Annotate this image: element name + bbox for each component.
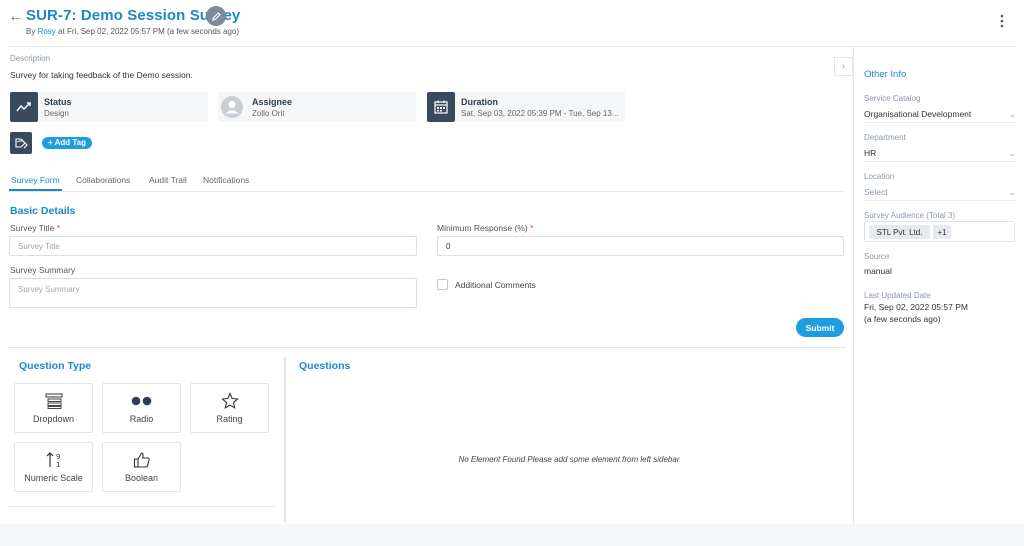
tabs-divider <box>8 191 844 192</box>
tab-audit-trail[interactable]: Audit Trail <box>149 175 187 185</box>
chevron-down-icon: ⌄ <box>1008 109 1016 119</box>
tag-icon <box>10 132 32 154</box>
location-select[interactable]: Select ⌄ <box>864 187 1016 201</box>
svg-text:9: 9 <box>56 453 60 461</box>
question-type-dropdown[interactable]: Dropdown <box>14 383 93 433</box>
question-type-numeric-scale[interactable]: 91 Numeric Scale <box>14 442 93 492</box>
question-type-radio[interactable]: Radio <box>102 383 181 433</box>
submit-button[interactable]: Submit <box>796 318 844 337</box>
duration-card[interactable]: Duration Sat, Sep 03, 2022 05:39 PM - Tu… <box>427 92 625 122</box>
survey-summary-label: Survey Summary <box>10 265 76 275</box>
page-header: ← SUR-7: Demo Session Survey By Rosy at … <box>0 0 1024 46</box>
audience-chip[interactable]: STL Pvt. Ltd. <box>869 225 930 239</box>
survey-audience-label: Survey Audience (Total 3) <box>864 211 956 220</box>
edit-pencil-icon[interactable] <box>206 6 226 26</box>
page-footer-area <box>0 524 1024 546</box>
service-catalog-value: Organisational Development <box>864 109 972 119</box>
more-options-icon[interactable] <box>1000 14 1006 28</box>
additional-comments-checkbox[interactable] <box>437 279 448 290</box>
department-select[interactable]: HR ⌄ <box>864 148 1016 162</box>
questions-title: Questions <box>299 360 351 372</box>
created-timestamp: at Fri, Sep 02, 2022 05:57 PM (a few sec… <box>58 27 240 36</box>
basic-details-title: Basic Details <box>10 205 76 217</box>
description-text: Survey for taking feedback of the Demo s… <box>10 70 193 80</box>
radio-label: Radio <box>129 414 154 424</box>
min-response-label: Minimum Response (%) * <box>437 223 533 233</box>
back-arrow-icon[interactable]: ← <box>8 8 24 26</box>
survey-title-label-text: Survey Title <box>10 223 55 233</box>
boolean-label: Boolean <box>124 473 159 483</box>
rating-label: Rating <box>216 414 243 424</box>
created-by-line: By Rosy at Fri, Sep 02, 2022 05:57 PM (a… <box>26 27 239 36</box>
numeric-scale-label: Numeric Scale <box>24 473 83 483</box>
chevron-down-icon: ⌄ <box>1008 187 1016 197</box>
assignee-value: Zollo Orit <box>252 109 285 118</box>
questions-empty-message: No Element Found Please add some element… <box>458 455 680 464</box>
required-mark: * <box>56 223 61 233</box>
collapse-sidebar-chevron-icon[interactable]: › <box>834 57 853 76</box>
status-value: Design <box>44 109 69 118</box>
department-label: Department <box>864 133 906 142</box>
form-divider <box>8 347 846 348</box>
survey-summary-textarea[interactable]: Survey Summary <box>9 278 417 308</box>
header-divider <box>8 46 1016 47</box>
thumbs-up-icon <box>103 451 180 469</box>
survey-title-input[interactable]: Survey Title <box>9 236 417 256</box>
duration-label: Duration <box>461 97 498 107</box>
by-prefix: By <box>26 27 36 36</box>
assignee-avatar <box>218 92 246 122</box>
dropdown-icon <box>15 392 92 410</box>
status-trend-icon <box>10 92 38 122</box>
service-catalog-select[interactable]: Organisational Development ⌄ <box>864 109 1016 123</box>
source-label: Source <box>864 252 890 261</box>
survey-audience-field[interactable]: STL Pvt. Ltd. +1 <box>864 221 1015 242</box>
location-value: Select <box>864 187 888 197</box>
source-value: manual <box>864 266 892 276</box>
description-label: Description <box>10 54 51 63</box>
last-updated-label: Last Updated Date <box>864 291 931 300</box>
question-type-rating[interactable]: Rating <box>190 383 269 433</box>
numeric-scale-icon: 91 <box>15 451 92 469</box>
duration-value: Sat, Sep 03, 2022 05:39 PM - Tue, Sep 13… <box>461 109 619 118</box>
svg-text:1: 1 <box>56 461 60 469</box>
last-updated-relative: (a few seconds ago) <box>864 314 941 324</box>
tab-notifications[interactable]: Notifications <box>203 175 249 185</box>
additional-comments-label: Additional Comments <box>455 280 536 290</box>
last-updated-value: Fri, Sep 02, 2022 05:57 PM <box>864 302 968 312</box>
min-response-input[interactable]: 0 <box>437 236 844 256</box>
survey-title-label: Survey Title * <box>10 223 60 233</box>
min-response-label-text: Minimum Response (%) <box>437 223 528 233</box>
location-label: Location <box>864 172 895 181</box>
dropdown-label: Dropdown <box>32 414 75 424</box>
radio-icon <box>103 392 180 410</box>
audience-more-chip[interactable]: +1 <box>933 225 951 239</box>
star-icon <box>191 392 268 410</box>
add-tag-button[interactable]: + Add Tag <box>42 137 92 149</box>
chevron-down-icon: ⌄ <box>1008 148 1016 158</box>
question-type-bottom-divider <box>8 506 276 507</box>
department-value: HR <box>864 148 877 158</box>
author-link[interactable]: Rosy <box>38 27 56 36</box>
tab-survey-form[interactable]: Survey Form <box>11 175 60 185</box>
assignee-card[interactable]: Assignee Zollo Orit <box>218 92 416 122</box>
status-card[interactable]: Status Design <box>10 92 208 122</box>
question-type-title: Question Type <box>19 360 92 372</box>
calendar-icon <box>427 92 455 122</box>
assignee-label: Assignee <box>252 97 293 107</box>
question-type-boolean[interactable]: Boolean <box>102 442 181 492</box>
tab-collaborations[interactable]: Collaborations <box>76 175 130 185</box>
status-label: Status <box>44 97 72 107</box>
panel-divider <box>284 357 286 523</box>
sidebar-divider <box>853 47 854 525</box>
service-catalog-label: Service Catalog <box>864 94 921 103</box>
other-info-title: Other Info <box>864 69 907 80</box>
required-mark: * <box>530 223 534 233</box>
